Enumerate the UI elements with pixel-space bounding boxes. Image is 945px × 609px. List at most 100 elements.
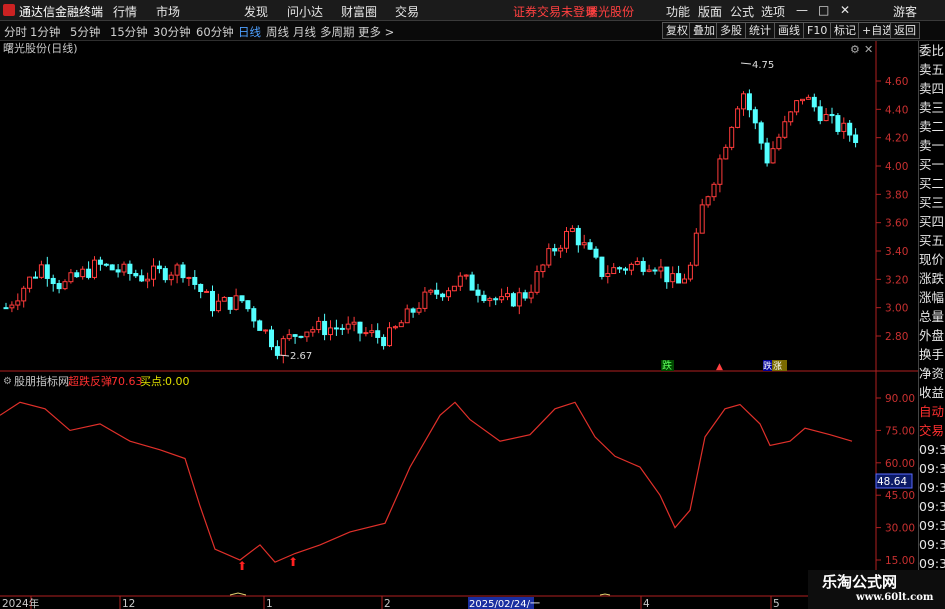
menu-item-function[interactable]: 功能 [666,3,690,20]
candle-body [805,96,811,100]
candle-body [723,146,729,160]
candle-body [841,122,847,132]
candle-body [151,265,156,280]
candle-body [729,126,735,148]
time-cursor-label: 2025/02/24/一 [469,599,540,609]
btn-adjust[interactable]: 复权 [662,22,692,39]
kline-chart[interactable]: 曙光股份(日线) ⚙ ✕ 4.60 4.40 4.20 4.00 3.80 3.60 3.4… [0,41,918,609]
period-1min[interactable]: 1分钟 [30,24,60,40]
quote-field-20[interactable]: 交易 [919,421,945,440]
buy-arrow-icon: ⬆ [237,559,247,573]
candle-body [398,322,404,328]
menu-item-layout[interactable]: 版面 [698,3,722,20]
quote-side-panel: 委比 卖五 卖四 卖三 卖二 卖一 买一 买二 买三 买四 买五 现价 涨跌 涨幅 总量 外盘 换手 净资 收益 自动… [918,41,945,609]
candle-body [735,108,741,128]
candle-body [80,268,86,278]
period-daily[interactable]: 日线 [238,24,261,40]
panel-close-icon[interactable]: ✕ [864,43,873,56]
buy-arrow-icon: ⬆ [288,555,298,569]
period-tick[interactable]: 分时 [4,24,27,40]
candle-body [593,248,599,258]
candlestick-series [3,89,859,364]
quote-field-18: 收益 [919,385,945,400]
time-label-2024: 2024年 [2,597,39,609]
candle-body [322,320,328,336]
candle-body [33,276,38,279]
candle-body [817,106,823,122]
candle-body [192,276,198,285]
period-more[interactable]: 更多 > [358,24,394,40]
candle-body [204,290,210,293]
candle-body [469,274,475,291]
indicator-tick-label: 60.00 [885,458,915,470]
user-guest[interactable]: 游客 [893,3,917,20]
candle-body [811,96,817,108]
candle-body [711,183,717,198]
minimize-icon[interactable]: — [796,3,808,17]
menu-item-trade[interactable]: 交易 [395,3,419,20]
price-tick-label: 4.00 [885,161,908,173]
period-15min[interactable]: 15分钟 [110,24,148,40]
quote-field-6: 买一 [919,157,945,172]
period-30min[interactable]: 30分钟 [153,24,191,40]
indicator-name[interactable]: 股朋指标网 [14,374,69,388]
menu-item-ask[interactable]: 问小达 [287,3,323,20]
maximize-icon[interactable]: □ [818,3,829,17]
app-window: 通达信金融终端 行情 市场 发现 问小达 财富圈 交易 证券交易未登录 曙光股份… [0,0,945,609]
period-5min[interactable]: 5分钟 [70,24,100,40]
candle-body [9,304,15,309]
candle-body [292,334,298,337]
indicator-settings-icon[interactable]: ⚙ [3,376,12,387]
btn-f10[interactable]: F10 [803,22,832,39]
indicator-current-value: 48.64 [877,476,907,488]
candle-body [528,291,534,299]
btn-mark[interactable]: 标记 [830,22,860,39]
candle-body [534,271,540,293]
candle-body [605,273,611,277]
btn-back[interactable]: 返回 [890,22,920,39]
menu-item-market[interactable]: 市场 [156,3,180,20]
menu-item-options[interactable]: 选项 [761,3,785,20]
menu-item-formula[interactable]: 公式 [730,3,754,20]
candle-body [451,285,457,292]
time-label-5: 5 [773,598,780,609]
candle-body [363,332,369,335]
candle-body [741,93,746,110]
btn-overlay[interactable]: 叠加 [689,22,719,39]
period-60min[interactable]: 60分钟 [196,24,234,40]
app-title: 通达信金融终端 [19,5,104,19]
candle-body [38,264,44,278]
candle-body [316,320,322,331]
candle-body [410,308,416,313]
quote-field-19[interactable]: 自动 [919,402,945,421]
candle-body [198,283,204,292]
period-weekly[interactable]: 周线 [266,24,289,40]
menu-item-quotes[interactable]: 行情 [113,3,137,20]
period-monthly[interactable]: 月线 [293,24,316,40]
candle-body [310,329,316,333]
candle-body [634,261,640,265]
candle-body [245,300,251,310]
period-multi[interactable]: 多周期 [320,24,355,40]
indicator-tick-label: 30.00 [885,523,915,535]
trade-login-notice[interactable]: 证券交易未登录 [513,3,597,20]
btn-draw[interactable]: 画线 [774,22,804,39]
current-stock-name[interactable]: 曙光股份 [586,3,634,20]
menu-item-wealth[interactable]: 财富圈 [341,3,377,20]
candle-body [239,295,245,302]
btn-multi-stock[interactable]: 多股 [716,22,746,39]
quote-field-23: 09:36 [919,480,945,495]
candle-body [103,263,109,266]
candle-body [174,264,180,276]
settings-icon[interactable]: ⚙ [850,43,860,56]
quote-field-10: 买五 [919,233,945,248]
indicator-line-name: 超跌反弹 [68,374,112,388]
indicator-buy-name: 买点: [140,375,166,388]
candle-body [788,111,794,123]
candle-body [280,338,286,356]
btn-stats[interactable]: 统计 [745,22,775,39]
candle-body [705,196,711,206]
close-icon[interactable]: ✕ [840,3,850,17]
candle-body [475,289,481,296]
menu-item-discover[interactable]: 发现 [244,3,268,20]
